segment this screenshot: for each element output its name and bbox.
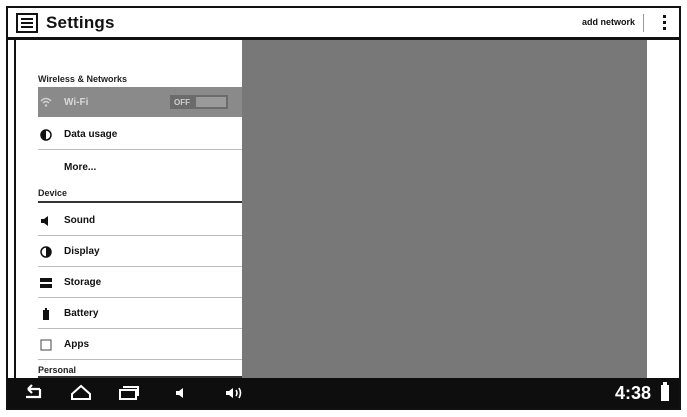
screen: Settings add network Wireless & Networks… xyxy=(6,6,681,410)
sound-label: Sound xyxy=(64,215,96,226)
section-header-personal: Personal xyxy=(38,365,77,375)
list-item-sound[interactable]: Sound xyxy=(38,206,242,236)
back-icon[interactable] xyxy=(22,384,44,402)
wifi-toggle[interactable]: OFF xyxy=(170,95,228,109)
list-item-data-usage[interactable]: Data usage xyxy=(38,120,242,150)
speaker-icon xyxy=(40,215,52,227)
volume-up-icon[interactable] xyxy=(224,384,246,402)
data-usage-label: Data usage xyxy=(64,129,118,140)
page-title: Settings xyxy=(46,12,115,32)
home-icon[interactable] xyxy=(70,384,92,402)
settings-app-icon[interactable] xyxy=(16,12,38,33)
clock: 4:38 xyxy=(614,383,651,403)
volume-down-icon[interactable] xyxy=(174,384,190,402)
action-bar: Settings add network xyxy=(8,8,679,40)
more-label: More... xyxy=(64,161,97,173)
storage-label: Storage xyxy=(64,277,102,288)
list-item-battery[interactable]: Battery xyxy=(38,299,242,329)
wifi-toggle-thumb xyxy=(196,97,226,107)
detail-pane xyxy=(242,40,647,378)
data-usage-icon xyxy=(40,128,52,141)
recent-apps-icon[interactable] xyxy=(118,384,140,402)
list-item-wifi[interactable]: Wi-Fi OFF xyxy=(38,87,242,117)
section-header-device: Device xyxy=(38,188,68,198)
action-bar-divider xyxy=(643,14,644,32)
battery-status-icon xyxy=(661,382,669,401)
list-item-more[interactable]: More... xyxy=(38,152,242,182)
storage-icon xyxy=(40,277,52,289)
battery-label: Battery xyxy=(64,308,99,319)
apps-icon xyxy=(40,339,52,351)
overflow-menu-icon[interactable] xyxy=(663,15,667,33)
section-divider xyxy=(38,201,242,203)
list-item-apps[interactable]: Apps xyxy=(38,330,242,360)
detail-pane-margin xyxy=(647,40,679,378)
list-item-storage[interactable]: Storage xyxy=(38,268,242,298)
add-network-button[interactable]: add network xyxy=(582,17,635,27)
section-header-wireless: Wireless & Networks xyxy=(38,74,127,84)
wifi-icon xyxy=(40,96,52,108)
settings-list: Wireless & Networks Wi-Fi OFF Data usage… xyxy=(8,40,242,378)
wifi-toggle-state: OFF xyxy=(174,97,190,107)
wifi-label: Wi-Fi xyxy=(64,96,89,108)
display-brightness-icon xyxy=(40,245,52,258)
list-item-display[interactable]: Display xyxy=(38,237,242,267)
battery-icon xyxy=(40,307,52,320)
list-edge xyxy=(14,40,16,378)
display-label: Display xyxy=(64,246,100,257)
navigation-bar: 4:38 xyxy=(8,378,679,408)
apps-label: Apps xyxy=(64,339,89,350)
